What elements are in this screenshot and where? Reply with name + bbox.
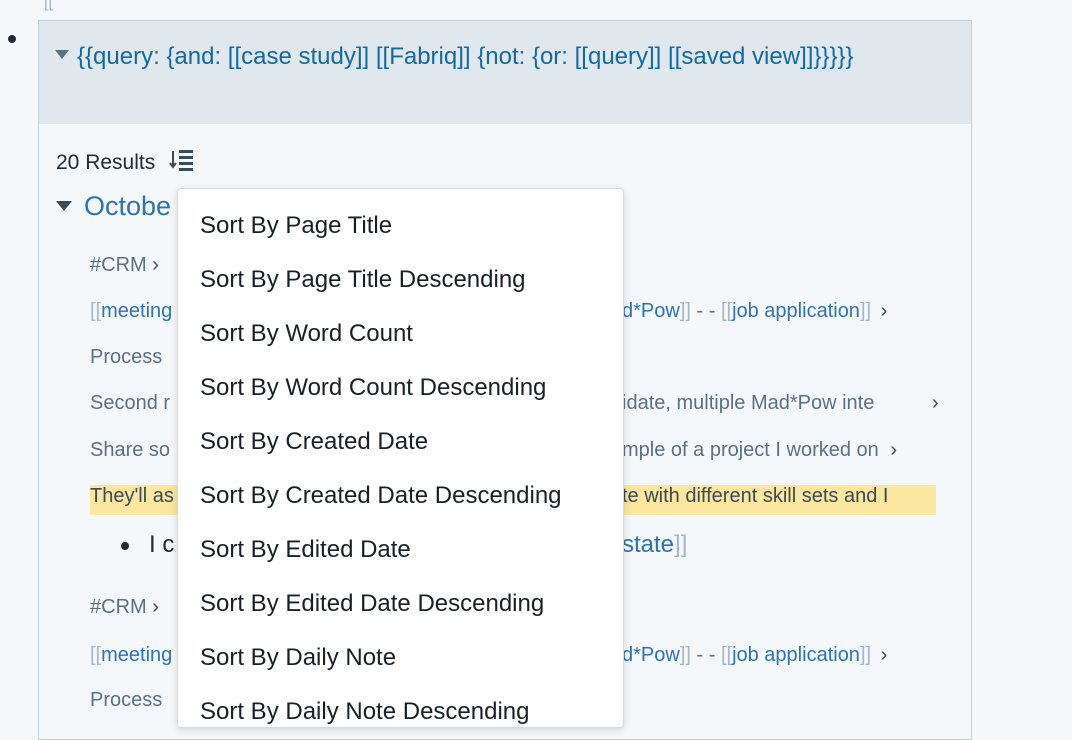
group-title-text[interactable]: Octobe	[84, 191, 171, 221]
sort-by-edited-date[interactable]: Sort By Edited Date	[178, 523, 623, 577]
madpow-link-row-2[interactable]: d*Pow]] - - [[job application]] ›	[622, 644, 887, 667]
second-row-right[interactable]: idate, multiple Mad*Pow inte	[622, 392, 974, 415]
bracket-close: ]]	[859, 300, 872, 322]
job-application-link[interactable]: job application	[732, 644, 860, 666]
share-row-right[interactable]: mple of a project I worked on ›	[622, 439, 897, 462]
job-application-link[interactable]: job application	[732, 300, 860, 322]
sort-by-daily-note[interactable]: Sort By Daily Note	[178, 631, 623, 685]
highlighted-text-left[interactable]: They'll as	[90, 485, 174, 507]
query-header[interactable]: {{query: {and: [[case study]] [[Fabriq]]…	[39, 21, 971, 124]
second-row-left[interactable]: Second r	[90, 392, 170, 415]
crm-tag[interactable]: #CRM	[90, 596, 147, 618]
madpow-link-text[interactable]: d*Pow	[622, 644, 680, 666]
child-text-left[interactable]: I c	[149, 531, 174, 558]
share-row-left[interactable]: Share so	[90, 439, 170, 462]
bracket-open: [[	[90, 300, 102, 322]
madpow-link-text[interactable]: d*Pow	[622, 300, 680, 322]
bracket-open: [[	[720, 644, 733, 666]
crm-tag-row-2[interactable]: #CRM ›	[90, 596, 159, 619]
process-row-2[interactable]: Process	[90, 689, 162, 712]
separator: - -	[690, 300, 721, 322]
crm-tag-row[interactable]: #CRM ›	[90, 254, 159, 277]
meeting-link-text[interactable]: meeting	[101, 300, 172, 322]
breadcrumb-chevron-icon: ›	[890, 439, 898, 461]
process-row[interactable]: Process	[90, 346, 162, 369]
separator: - -	[690, 644, 721, 666]
breadcrumb-chevron-icon: ›	[152, 254, 159, 276]
meeting-link-text[interactable]: meeting	[101, 644, 172, 666]
top-bracket-fragment: [[	[44, 0, 53, 11]
sort-by-page-title[interactable]: Sort By Page Title	[178, 199, 623, 253]
child-row-left[interactable]: I c	[149, 531, 174, 559]
process-text[interactable]: Process	[90, 689, 162, 711]
share-text-left[interactable]: Share so	[90, 439, 170, 461]
results-count: 20 Results	[56, 145, 195, 175]
second-text-right[interactable]: idate, multiple Mad*Pow inte	[622, 392, 874, 414]
query-text[interactable]: {{query: {and: [[case study]] [[Fabriq]]…	[77, 43, 853, 70]
bracket-open: [[	[90, 644, 102, 666]
child-bullet[interactable]	[121, 542, 129, 550]
breadcrumb-chevron-icon: ›	[880, 644, 888, 666]
madpow-link-row[interactable]: d*Pow]] - - [[job application]] ›	[622, 300, 887, 323]
bracket-close: ]]	[674, 531, 688, 558]
breadcrumb-chevron-icon: ›	[932, 392, 939, 414]
collapse-caret-icon[interactable]	[55, 50, 69, 60]
sort-by-daily-note-desc[interactable]: Sort By Daily Note Descending	[178, 685, 623, 727]
results-count-label: 20 Results	[56, 151, 156, 174]
sort-by-edited-date-desc[interactable]: Sort By Edited Date Descending	[178, 577, 623, 631]
share-text-right[interactable]: mple of a project I worked on	[622, 439, 879, 461]
second-text-left[interactable]: Second r	[90, 392, 170, 414]
bracket-close: ]]	[679, 644, 691, 666]
sort-by-created-date-desc[interactable]: Sort By Created Date Descending	[178, 469, 623, 523]
sort-by-created-date[interactable]: Sort By Created Date	[178, 415, 623, 469]
meeting-link[interactable]: [[meeting	[90, 300, 172, 323]
crm-tag[interactable]: #CRM	[90, 254, 147, 276]
state-link-text[interactable]: state	[622, 531, 674, 558]
group-title[interactable]: Octobe	[56, 191, 171, 222]
meeting-link-2[interactable]: [[meeting	[90, 644, 172, 667]
sort-by-word-count-desc[interactable]: Sort By Word Count Descending	[178, 361, 623, 415]
sort-by-page-title-desc[interactable]: Sort By Page Title Descending	[178, 253, 623, 307]
sort-menu: Sort By Page Title Sort By Page Title De…	[177, 188, 624, 728]
breadcrumb-chevron-icon: ›	[152, 596, 159, 618]
highlighted-row-right[interactable]: te with different skill sets and I	[622, 485, 936, 515]
bracket-close: ]]	[859, 644, 872, 666]
sort-icon[interactable]	[169, 148, 195, 178]
state-link[interactable]: state]]	[622, 531, 687, 559]
block-bullet[interactable]	[8, 35, 16, 43]
breadcrumb-chevron-icon: ›	[880, 300, 888, 322]
bracket-close: ]]	[679, 300, 691, 322]
bracket-open: [[	[720, 300, 733, 322]
highlighted-text-right[interactable]: te with different skill sets and I	[622, 485, 888, 507]
sort-by-word-count[interactable]: Sort By Word Count	[178, 307, 623, 361]
group-caret-icon[interactable]	[56, 201, 72, 211]
process-text[interactable]: Process	[90, 346, 162, 368]
